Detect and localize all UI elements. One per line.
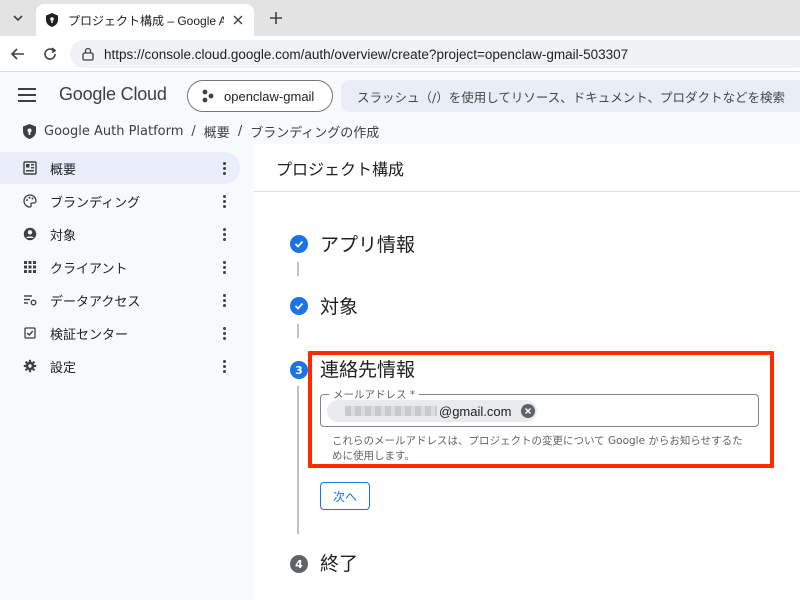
- breadcrumb: Google Auth Platform / 概要 / ブランディングの作成: [0, 118, 800, 144]
- more-vert-icon[interactable]: [216, 358, 232, 374]
- browser-tab-strip: プロジェクト構成 – Google Auth Platf: [0, 0, 800, 36]
- sidebar-item-overview[interactable]: 概要: [0, 152, 240, 184]
- redacted-email-prefix: [345, 406, 437, 416]
- browser-tab[interactable]: プロジェクト構成 – Google Auth Platf: [36, 4, 254, 36]
- verified-check-icon: [22, 325, 38, 341]
- main-panel: プロジェクト構成 アプリ情報 対象 3 連絡先情報 メールアドレス * @gma…: [254, 144, 800, 600]
- auth-platform-shield-icon: [20, 122, 38, 140]
- more-vert-icon[interactable]: [216, 226, 232, 242]
- dashboard-icon: [22, 160, 38, 176]
- more-vert-icon[interactable]: [216, 160, 232, 176]
- more-vert-icon[interactable]: [216, 325, 232, 341]
- sidebar-item-label: 概要: [50, 162, 77, 178]
- main-menu-icon[interactable]: [18, 84, 40, 106]
- back-arrow-icon[interactable]: [6, 42, 30, 66]
- tab-search-chevron-icon[interactable]: [6, 6, 30, 30]
- remove-chip-icon[interactable]: [521, 404, 536, 418]
- step-connector: [297, 324, 299, 338]
- breadcrumb-item-auth-platform[interactable]: Google Auth Platform: [44, 124, 183, 139]
- sidebar-item-clients[interactable]: クライアント: [0, 251, 240, 283]
- close-icon[interactable]: [230, 12, 246, 28]
- search-placeholder: スラッシュ（/）を使用してリソース、ドキュメント、プロダクトなどを検索: [357, 89, 785, 105]
- breadcrumb-item-overview[interactable]: 概要: [204, 122, 230, 141]
- apps-grid-icon: [22, 259, 38, 275]
- browser-toolbar: https://console.cloud.google.com/auth/ov…: [0, 36, 800, 72]
- step-title-audience[interactable]: 対象: [320, 292, 358, 319]
- email-chip-value: @gmail.com: [439, 403, 512, 419]
- sidebar-item-branding[interactable]: ブランディング: [0, 185, 240, 217]
- project-hub-icon: [200, 88, 216, 104]
- site-info-icon[interactable]: [80, 46, 96, 62]
- search-input[interactable]: スラッシュ（/）を使用してリソース、ドキュメント、プロダクトなどを検索: [341, 80, 800, 112]
- url-text: https://console.cloud.google.com/auth/ov…: [104, 46, 629, 62]
- breadcrumb-item-branding-create: ブランディングの作成: [250, 125, 380, 141]
- new-tab-plus-icon[interactable]: [264, 6, 288, 30]
- page-title: プロジェクト構成: [276, 159, 405, 179]
- step-connector: [297, 262, 299, 276]
- sidebar-item-settings[interactable]: 設定: [0, 350, 240, 382]
- shield-lock-icon: [44, 12, 60, 28]
- main-header: プロジェクト構成: [254, 144, 800, 192]
- google-cloud-logo[interactable]: Google Cloud: [59, 84, 167, 105]
- step-title-app-info[interactable]: アプリ情報: [320, 230, 415, 257]
- step-title-finish: 終了: [320, 553, 359, 575]
- reload-icon[interactable]: [38, 42, 62, 66]
- step-check-icon: [290, 235, 308, 253]
- sidebar-item-label: 対象: [50, 228, 77, 244]
- address-bar[interactable]: https://console.cloud.google.com/auth/ov…: [70, 40, 800, 68]
- sidebar-item-verification-center[interactable]: 検証センター: [0, 317, 240, 349]
- email-field[interactable]: メールアドレス * @gmail.com: [320, 387, 759, 427]
- step-check-icon: [290, 297, 308, 315]
- data-access-icon: [22, 292, 38, 308]
- step-title-contact-info: 連絡先情報: [320, 359, 416, 381]
- sidebar-item-data-access[interactable]: データアクセス: [0, 284, 240, 316]
- cloud-header: Google Cloud openclaw-gmail スラッシュ（/）を使用し…: [0, 72, 800, 118]
- sidebar-item-label: データアクセス: [50, 294, 141, 310]
- account-circle-icon: [22, 226, 38, 242]
- more-vert-icon[interactable]: [216, 259, 232, 275]
- sidebar-item-label: 設定: [50, 360, 77, 376]
- palette-icon: [22, 193, 38, 209]
- project-name: openclaw-gmail: [224, 88, 315, 104]
- project-picker[interactable]: openclaw-gmail: [187, 80, 333, 112]
- sidebar-item-label: クライアント: [50, 261, 128, 277]
- step-number-badge: 3: [290, 361, 308, 379]
- sidebar-item-label: ブランディング: [50, 195, 141, 211]
- email-help-text: これらのメールアドレスは、プロジェクトの変更について Google からお知らせ…: [332, 435, 743, 462]
- more-vert-icon[interactable]: [216, 292, 232, 308]
- tab-title: プロジェクト構成 – Google Auth Platf: [68, 13, 224, 28]
- more-vert-icon[interactable]: [216, 193, 232, 209]
- step-connector: [297, 386, 299, 534]
- gear-icon: [22, 358, 38, 374]
- email-chip: @gmail.com: [327, 400, 537, 422]
- next-button[interactable]: 次へ: [320, 482, 370, 510]
- sidebar-item-label: 検証センター: [50, 327, 129, 343]
- sidebar: 概要 ブランディング 対象 クライアント データアクセス 検証センター 設定: [0, 144, 254, 600]
- sidebar-item-audience[interactable]: 対象: [0, 218, 240, 250]
- step-number-badge: 4: [290, 555, 308, 573]
